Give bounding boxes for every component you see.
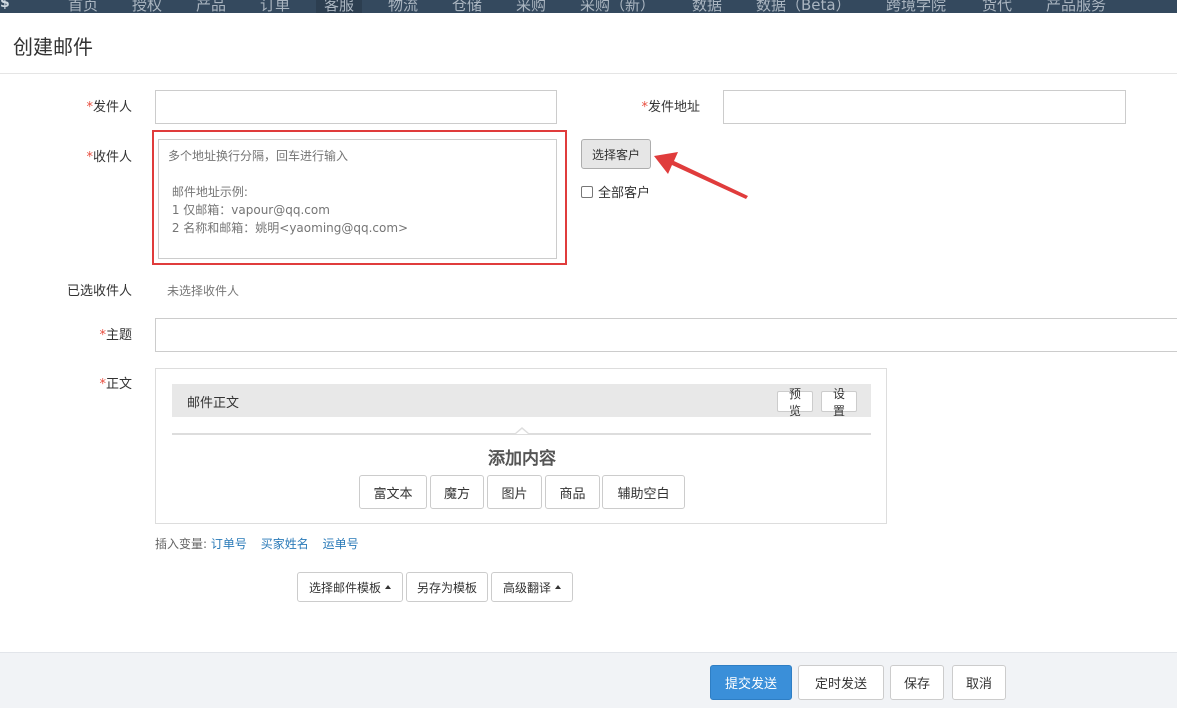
variable-buyer-name[interactable]: 买家姓名 xyxy=(261,537,309,551)
variable-order-number[interactable]: 订单号 xyxy=(211,537,247,551)
add-spacer-button[interactable]: 辅助空白 xyxy=(602,475,685,509)
subject-label: *主题 xyxy=(99,328,132,343)
recipient-textarea[interactable] xyxy=(158,139,557,259)
caret-up-icon xyxy=(385,585,391,589)
cancel-button[interactable]: 取消 xyxy=(952,665,1006,700)
all-customers-checkbox-row[interactable]: 全部客户 xyxy=(581,182,650,201)
all-customers-label: 全部客户 xyxy=(598,186,651,201)
nav-item-product-services[interactable]: 产品服务 xyxy=(1046,0,1106,13)
select-customer-button[interactable]: 选择客户 xyxy=(581,139,651,169)
sender-label: *发件人 xyxy=(86,100,132,115)
logo-icon: $ xyxy=(0,0,10,11)
nav-item-customer-service[interactable]: 客服 xyxy=(316,0,363,13)
add-image-button[interactable]: 图片 xyxy=(487,475,542,509)
sender-address-label: *发件地址 xyxy=(641,100,700,115)
selected-recipients-label: 已选收件人 xyxy=(66,284,132,299)
save-as-template-button[interactable]: 另存为模板 xyxy=(406,572,488,602)
email-body-editor: 邮件正文 预览 设置 添加内容 富文本 魔方 图片 商品 辅助空白 xyxy=(155,368,887,524)
nav-item-purchasing[interactable]: 采购 xyxy=(516,0,546,13)
all-customers-checkbox[interactable] xyxy=(581,185,593,198)
nav-item-authorization[interactable]: 授权 xyxy=(132,0,162,13)
body-label: *正文 xyxy=(99,377,132,392)
nav-item-orders[interactable]: 订单 xyxy=(260,0,290,13)
add-rich-text-button[interactable]: 富文本 xyxy=(359,475,427,509)
select-template-button[interactable]: 选择邮件模板 xyxy=(297,572,403,602)
insert-variables-label: 插入变量: xyxy=(155,537,208,551)
advanced-translate-label: 高级翻译 xyxy=(502,580,551,595)
preview-button[interactable]: 预览 xyxy=(777,387,813,418)
settings-button[interactable]: 设置 xyxy=(821,387,857,418)
nav-item-home[interactable]: 首页 xyxy=(68,0,98,13)
nav-item-academy[interactable]: 跨境学院 xyxy=(886,0,946,13)
subject-input[interactable] xyxy=(155,318,1177,352)
nav-item-freight[interactable]: 货代 xyxy=(982,0,1012,13)
submit-send-button[interactable]: 提交发送 xyxy=(710,665,792,700)
add-product-button[interactable]: 商品 xyxy=(545,475,600,509)
add-content-title: 添加内容 xyxy=(488,449,556,469)
selected-recipients-value: 未选择收件人 xyxy=(167,284,240,298)
nav-item-logistics[interactable]: 物流 xyxy=(388,0,418,13)
editor-bar: 邮件正文 预览 设置 xyxy=(172,384,871,418)
page-title: 创建邮件 xyxy=(13,35,93,59)
sender-input[interactable] xyxy=(155,90,557,124)
recipient-label: *收件人 xyxy=(86,150,132,165)
annotation-arrow-icon xyxy=(654,152,748,199)
variable-tracking-number[interactable]: 运单号 xyxy=(323,537,359,551)
sender-address-input[interactable] xyxy=(723,90,1126,124)
top-nav: $ 首页 授权 产品 订单 客服 物流 仓储 采购 采购（新） 数据 数据（Be… xyxy=(0,0,1177,13)
editor-bar-title: 邮件正文 xyxy=(187,396,240,411)
advanced-translate-button[interactable]: 高级翻译 xyxy=(491,572,573,602)
nav-item-purchasing-new[interactable]: 采购（新） xyxy=(580,0,655,13)
footer-bar: 提交发送 定时发送 保存 取消 xyxy=(0,652,1177,708)
add-cube-button[interactable]: 魔方 xyxy=(430,475,484,509)
schedule-send-button[interactable]: 定时发送 xyxy=(798,665,884,700)
nav-item-data[interactable]: 数据 xyxy=(692,0,722,13)
insert-variables-row: 插入变量: 订单号 买家姓名 运单号 xyxy=(155,535,359,552)
caret-up-icon xyxy=(555,585,561,589)
nav-item-warehouse[interactable]: 仓储 xyxy=(452,0,482,13)
nav-item-products[interactable]: 产品 xyxy=(196,0,226,13)
save-button[interactable]: 保存 xyxy=(890,665,944,700)
page-header: 创建邮件 xyxy=(0,13,1177,74)
select-template-label: 选择邮件模板 xyxy=(308,580,381,595)
nav-item-data-beta[interactable]: 数据（Beta） xyxy=(756,0,851,13)
